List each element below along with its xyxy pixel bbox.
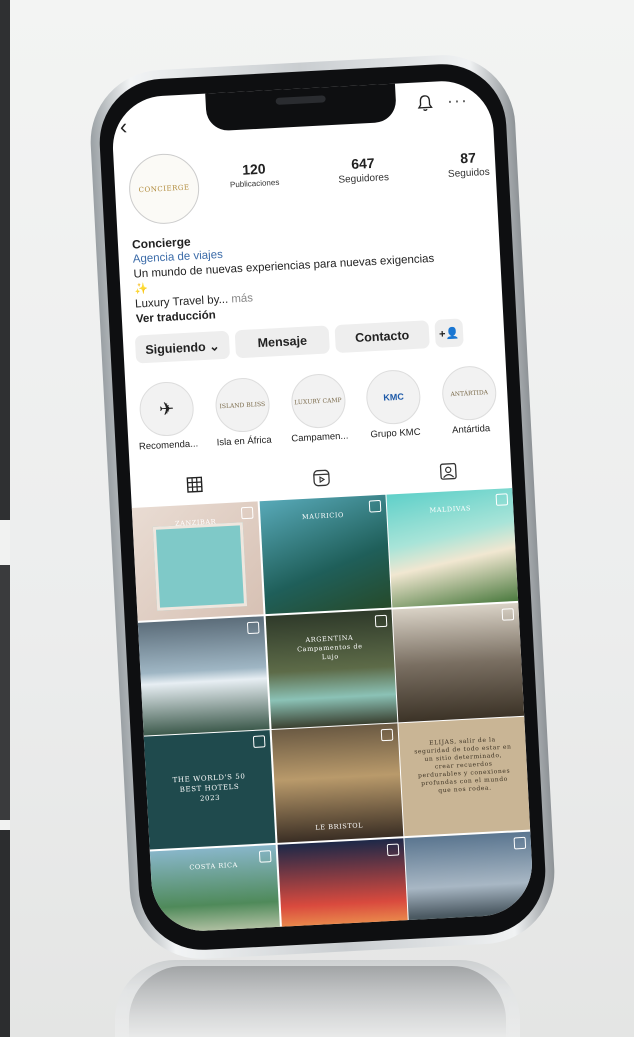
profile-stats: 120 Publicaciones 647 Seguidores 87 Segu…	[229, 149, 490, 192]
highlight-cover: LUXURY CAMP	[289, 372, 347, 430]
back-arrow-icon[interactable]: ‹	[119, 114, 128, 140]
post-tile[interactable]	[277, 837, 409, 934]
highlight-label: Recomenda...	[138, 438, 199, 453]
bio-more-link[interactable]: más	[228, 292, 253, 305]
profile-bio: Concierge Agencia de viajes Un mundo de …	[132, 219, 496, 328]
instagram-screen: ‹ ··· CONCIERGE 120 Publicaciones 647 Se…	[110, 78, 535, 934]
stat-posts[interactable]: 120 Publicaciones	[229, 160, 280, 192]
carousel-icon	[368, 499, 381, 513]
story-highlights: ✈ Recomenda... ISLAND BLISS Isla en Áfri…	[129, 364, 507, 453]
phone: ‹ ··· CONCIERGE 120 Publicaciones 647 Se…	[87, 51, 558, 963]
message-button[interactable]: Mensaje	[234, 325, 330, 359]
post-caption: LE BRISTOL	[315, 821, 364, 832]
reels-icon	[312, 469, 330, 487]
highlight-cover: ISLAND BLISS	[213, 376, 271, 434]
stat-followers-value: 647	[350, 154, 375, 173]
reel-icon	[252, 735, 266, 748]
post-tile[interactable]	[137, 615, 270, 736]
grid-icon	[186, 476, 203, 493]
carousel-icon	[240, 506, 254, 520]
post-caption: MALDIVAS	[429, 504, 472, 515]
stat-posts-label: Publicaciones	[229, 177, 280, 190]
highlight-label: Campamen...	[291, 430, 349, 445]
stat-posts-value: 120	[241, 160, 266, 178]
stat-followers[interactable]: 647 Seguidores	[337, 154, 389, 186]
post-tile[interactable]: LE BRISTOL	[271, 723, 403, 843]
post-tile[interactable]: MALDIVAS	[386, 488, 519, 608]
carousel-icon	[495, 493, 509, 506]
post-caption: ARGENTINA Campamentos de Lujo	[296, 633, 363, 661]
stat-following[interactable]: 87 Seguidos	[447, 149, 490, 180]
reel-icon	[374, 614, 387, 627]
post-tile[interactable]	[392, 602, 525, 722]
background-edge	[0, 0, 10, 1037]
post-tile[interactable]: MAURICIO	[259, 494, 391, 615]
highlight-label: Isla en África	[216, 434, 272, 449]
highlight-cover: ANTÁRTIDA	[440, 364, 498, 422]
reel-icon	[386, 842, 399, 856]
post-tile[interactable]: ELIJAS, salir de la seguridad de todo es…	[398, 716, 531, 837]
post-caption: THE WORLD'S 50 BEST HOTELS 2023	[172, 772, 246, 803]
stat-following-value: 87	[459, 149, 477, 167]
post-tile[interactable]: COSTA RICA	[149, 844, 282, 934]
add-user-button[interactable]: +👤	[434, 318, 464, 348]
post-caption: COSTA RICA	[189, 860, 239, 871]
tagged-icon	[439, 462, 457, 480]
tagged-tab[interactable]	[437, 461, 458, 482]
carousel-icon	[258, 849, 272, 863]
stat-following-label: Seguidos	[447, 166, 490, 180]
grid-tab[interactable]	[184, 474, 205, 495]
highlight-label: Grupo KMC	[370, 426, 421, 441]
bell-icon[interactable]	[416, 94, 435, 113]
logo-text: CONCIERGE	[138, 183, 190, 195]
phone-reflection	[115, 960, 520, 1037]
post-tile[interactable]: ZANZIBAR	[131, 501, 264, 621]
highlight-kmc[interactable]: KMC Grupo KMC	[356, 368, 432, 441]
posts-grid: ZANZIBAR MAURICIO MALDIVAS ARGENTINA Cam…	[131, 488, 535, 934]
highlight-label: Antártida	[451, 423, 491, 437]
post-tile[interactable]: ARGENTINA Campamentos de Lujo	[265, 609, 397, 729]
carousel-icon	[501, 607, 515, 621]
highlight-camp[interactable]: LUXURY CAMP Campamen...	[281, 372, 357, 445]
avatar[interactable]: CONCIERGE	[127, 152, 201, 226]
post-tile[interactable]: THE WORLD'S 50 BEST HOTELS 2023	[143, 730, 276, 850]
post-caption: ELIJAS, salir de la seguridad de todo es…	[414, 736, 512, 795]
airplane-icon: ✈	[138, 380, 196, 438]
carousel-icon	[380, 728, 393, 742]
reels-tab[interactable]	[310, 468, 331, 489]
following-button[interactable]: Siguiendo ⌄	[134, 330, 231, 364]
highlight-recommendations[interactable]: ✈ Recomenda...	[129, 380, 205, 453]
highlight-antarctica[interactable]: ANTÁRTIDA Antártida	[432, 364, 508, 437]
post-caption: MAURICIO	[301, 510, 345, 522]
highlight-island[interactable]: ISLAND BLISS Isla en África	[205, 376, 281, 449]
carousel-icon	[513, 836, 527, 849]
contact-button[interactable]: Contacto	[334, 320, 430, 354]
stat-followers-label: Seguidores	[338, 172, 390, 186]
highlight-cover: KMC	[365, 368, 422, 426]
carousel-icon	[246, 620, 260, 634]
more-options-icon[interactable]: ···	[446, 90, 468, 112]
